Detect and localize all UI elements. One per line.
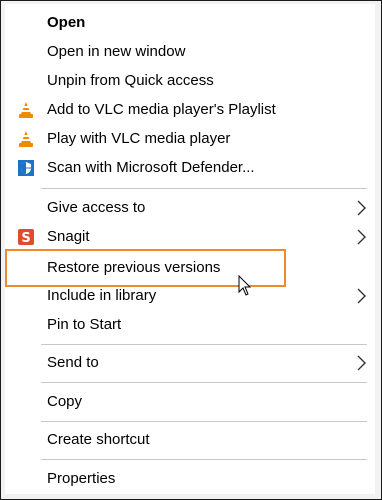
menu-item-label: Add to VLC media player's Playlist [47, 100, 276, 118]
context-menu: Open Open in new window Unpin from Quick… [5, 4, 375, 494]
menu-item-label: Copy [47, 392, 83, 410]
menu-item-label: Properties [47, 469, 116, 487]
menu-item-pin-to-start[interactable]: Pin to Start [5, 310, 375, 338]
menu-item-open-new-window[interactable]: Open in new window [5, 37, 375, 65]
menu-item-label: Give access to [47, 198, 146, 216]
menu-item-snagit[interactable]: S Snagit [5, 222, 375, 250]
menu-item-copy[interactable]: Copy [5, 387, 375, 415]
menu-item-send-to[interactable]: Send to [5, 348, 375, 376]
menu-item-create-shortcut[interactable]: Create shortcut [5, 425, 375, 453]
menu-item-label: Snagit [47, 227, 90, 245]
snagit-s-icon: S [18, 229, 34, 246]
menu-item-give-access[interactable]: Give access to [5, 193, 375, 221]
menu-item-restore-previous-versions[interactable]: Restore previous versions [5, 253, 375, 281]
chevron-right-icon [357, 229, 366, 245]
menu-item-label: Open [47, 13, 86, 31]
menu-separator [41, 188, 367, 189]
menu-item-vlc-playlist[interactable]: Add to VLC media player's Playlist [5, 95, 375, 123]
menu-item-unpin-quick-access[interactable]: Unpin from Quick access [5, 66, 375, 94]
chevron-right-icon [357, 355, 366, 371]
menu-item-include-in-library[interactable]: Include in library [5, 281, 375, 309]
menu-item-label: Create shortcut [47, 430, 150, 448]
menu-item-label: Send to [47, 353, 99, 371]
menu-item-vlc-play[interactable]: Play with VLC media player [5, 124, 375, 152]
menu-item-label: Open in new window [47, 42, 186, 60]
menu-item-open[interactable]: Open [5, 8, 375, 36]
menu-item-label: Restore previous versions [47, 258, 221, 276]
defender-shield-icon [18, 160, 34, 176]
menu-separator [41, 344, 367, 345]
menu-separator [41, 382, 367, 383]
chevron-right-icon [357, 288, 366, 304]
svg-text:S: S [21, 231, 30, 246]
menu-item-label: Unpin from Quick access [47, 71, 214, 89]
menu-separator [41, 459, 367, 460]
mouse-pointer-icon [238, 275, 252, 296]
menu-item-label: Scan with Microsoft Defender... [47, 158, 255, 176]
chevron-right-icon [357, 200, 366, 216]
menu-item-label: Play with VLC media player [47, 129, 231, 147]
menu-item-properties[interactable]: Properties [5, 464, 375, 492]
vlc-cone-icon [19, 131, 33, 147]
menu-item-defender-scan[interactable]: Scan with Microsoft Defender... [5, 153, 375, 181]
menu-item-label: Pin to Start [47, 315, 122, 333]
menu-item-label: Include in library [47, 286, 157, 304]
vlc-cone-icon [19, 102, 33, 118]
menu-separator [41, 421, 367, 422]
